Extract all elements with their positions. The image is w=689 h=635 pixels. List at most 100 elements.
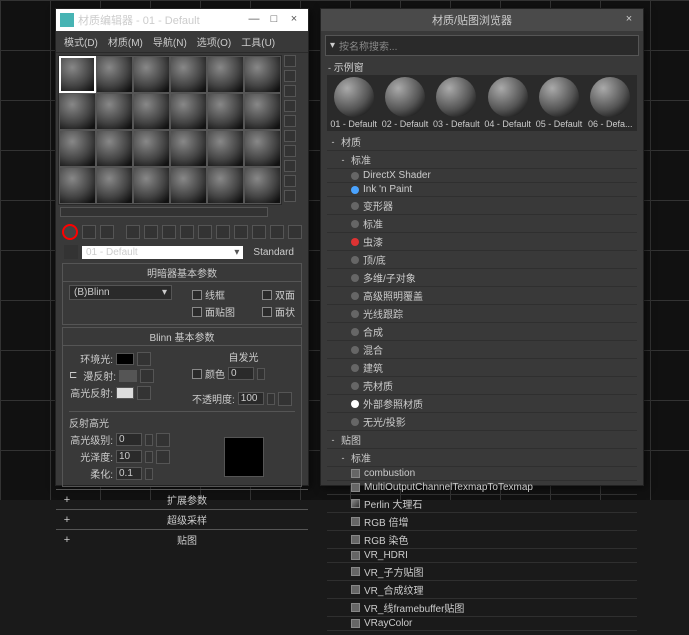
side-tool-icon[interactable] (284, 55, 296, 67)
material-slot[interactable] (133, 93, 170, 130)
gloss-value[interactable]: 10 (116, 450, 142, 463)
tree-category[interactable]: -材质 (327, 133, 637, 151)
spinner-icon[interactable] (145, 434, 153, 446)
material-type-button[interactable]: Standard (247, 246, 300, 259)
sample-thumb[interactable]: 02 - Default (380, 77, 429, 129)
tree-entry[interactable]: 混合 (327, 341, 637, 359)
side-tool-icon[interactable] (284, 85, 296, 97)
tree-entry[interactable]: VR_合成纹理 (327, 581, 637, 599)
specular-swatch[interactable] (116, 387, 134, 399)
faceted-checkbox[interactable] (262, 307, 272, 317)
editor-titlebar[interactable]: 材质编辑器 - 01 - Default — □ × (56, 9, 308, 31)
tree-entry[interactable]: 建筑 (327, 359, 637, 377)
tree-entry[interactable]: RGB 染色 (327, 531, 637, 549)
material-slot[interactable] (96, 167, 133, 204)
side-tool-icon[interactable] (284, 70, 296, 82)
map-slot-icon[interactable] (156, 433, 170, 447)
search-field[interactable]: ▾按名称搜索... (325, 35, 639, 56)
sample-thumb[interactable]: 04 - Default (483, 77, 532, 129)
collapse-icon[interactable]: - (328, 63, 331, 73)
material-slot[interactable] (207, 56, 244, 93)
extended-params-rollout[interactable]: +扩展参数 (56, 489, 308, 509)
tree-entry[interactable]: 多维/子对象 (327, 269, 637, 287)
material-slot[interactable] (96, 93, 133, 130)
material-name-field[interactable]: 01 - Default ▾ (82, 246, 243, 259)
material-slot[interactable] (244, 130, 281, 167)
map-slot-icon[interactable] (156, 450, 170, 464)
sample-thumb[interactable]: 03 - Default (432, 77, 481, 129)
shader-select[interactable]: (B)Blinn▾ (69, 285, 172, 300)
menu-options[interactable]: 选项(O) (197, 34, 231, 49)
tree-entry[interactable]: 变形器 (327, 197, 637, 215)
tree-subcategory[interactable]: -标准 (327, 449, 637, 467)
maps-rollout[interactable]: +贴图 (56, 529, 308, 549)
maximize-button[interactable]: □ (264, 12, 284, 28)
tool-icon[interactable] (270, 225, 284, 239)
tool-icon[interactable] (288, 225, 302, 239)
tool-icon[interactable] (198, 225, 212, 239)
material-slot[interactable] (133, 56, 170, 93)
tool-icon[interactable] (82, 225, 96, 239)
material-slot[interactable] (170, 167, 207, 204)
spinner-icon[interactable] (257, 368, 265, 380)
material-slot[interactable] (170, 56, 207, 93)
sample-thumb[interactable]: 01 - Default (329, 77, 378, 129)
spinner-icon[interactable] (267, 393, 275, 405)
material-slot[interactable] (133, 130, 170, 167)
side-tool-icon[interactable] (284, 190, 296, 202)
material-slot[interactable] (59, 167, 96, 204)
map-slot-icon[interactable] (278, 392, 292, 406)
map-slot-icon[interactable] (140, 369, 154, 383)
material-slot[interactable] (133, 167, 170, 204)
tree-entry[interactable]: combustion (327, 467, 637, 481)
tree-subcategory[interactable]: -标准 (327, 151, 637, 169)
spinner-icon[interactable] (145, 468, 153, 480)
tool-icon[interactable] (100, 225, 114, 239)
diffuse-swatch[interactable] (119, 370, 137, 382)
tree-entry[interactable]: 光线跟踪 (327, 305, 637, 323)
tree-entry[interactable]: VR_子方贴图 (327, 563, 637, 581)
twosided-checkbox[interactable] (262, 290, 272, 300)
menu-tools[interactable]: 工具(U) (241, 34, 275, 49)
selfillum-checkbox[interactable] (192, 369, 202, 379)
panel-header[interactable]: Blinn 基本参数 (63, 328, 301, 346)
tool-icon[interactable] (162, 225, 176, 239)
map-slot-icon[interactable] (137, 352, 151, 366)
tree-entry[interactable]: Ink 'n Paint (327, 183, 637, 197)
spec-level-value[interactable]: 0 (116, 433, 142, 446)
side-tool-icon[interactable] (284, 115, 296, 127)
tree-entry[interactable]: VR_HDRI (327, 549, 637, 563)
tree-entry[interactable]: 无光/投影 (327, 413, 637, 431)
material-slot[interactable] (207, 130, 244, 167)
get-material-button[interactable] (62, 224, 78, 240)
material-slot[interactable] (59, 93, 96, 130)
sample-thumb[interactable]: 05 - Default (534, 77, 583, 129)
tool-icon[interactable] (144, 225, 158, 239)
tree-entry[interactable]: VR_线framebuffer贴图 (327, 599, 637, 617)
ambient-swatch[interactable] (116, 353, 134, 365)
tree-entry[interactable]: 虫漆 (327, 233, 637, 251)
selfillum-value[interactable]: 0 (228, 367, 254, 380)
material-slot[interactable] (170, 130, 207, 167)
menu-mode[interactable]: 模式(D) (64, 34, 98, 49)
material-slot[interactable] (59, 56, 96, 93)
spinner-icon[interactable] (145, 451, 153, 463)
tree-entry[interactable]: MultiOutputChannelTexmapToTexmap (327, 481, 637, 495)
tree-entry[interactable]: 顶/底 (327, 251, 637, 269)
menu-material[interactable]: 材质(M) (108, 34, 143, 49)
menu-navigate[interactable]: 导航(N) (153, 34, 187, 49)
tool-icon[interactable] (180, 225, 194, 239)
slot-scrollbar[interactable] (60, 207, 268, 217)
material-slot[interactable] (207, 93, 244, 130)
material-slot[interactable] (96, 56, 133, 93)
soften-value[interactable]: 0.1 (116, 467, 142, 480)
supersampling-rollout[interactable]: +超级采样 (56, 509, 308, 529)
panel-header[interactable]: 明暗器基本参数 (63, 264, 301, 282)
material-slot[interactable] (244, 93, 281, 130)
tree-entry[interactable]: 标准 (327, 215, 637, 233)
sample-thumb[interactable]: 06 - Defa... (586, 77, 635, 129)
browser-titlebar[interactable]: 材质/贴图浏览器 × (321, 9, 643, 31)
facemap-checkbox[interactable] (192, 307, 202, 317)
wire-checkbox[interactable] (192, 290, 202, 300)
side-tool-icon[interactable] (284, 130, 296, 142)
